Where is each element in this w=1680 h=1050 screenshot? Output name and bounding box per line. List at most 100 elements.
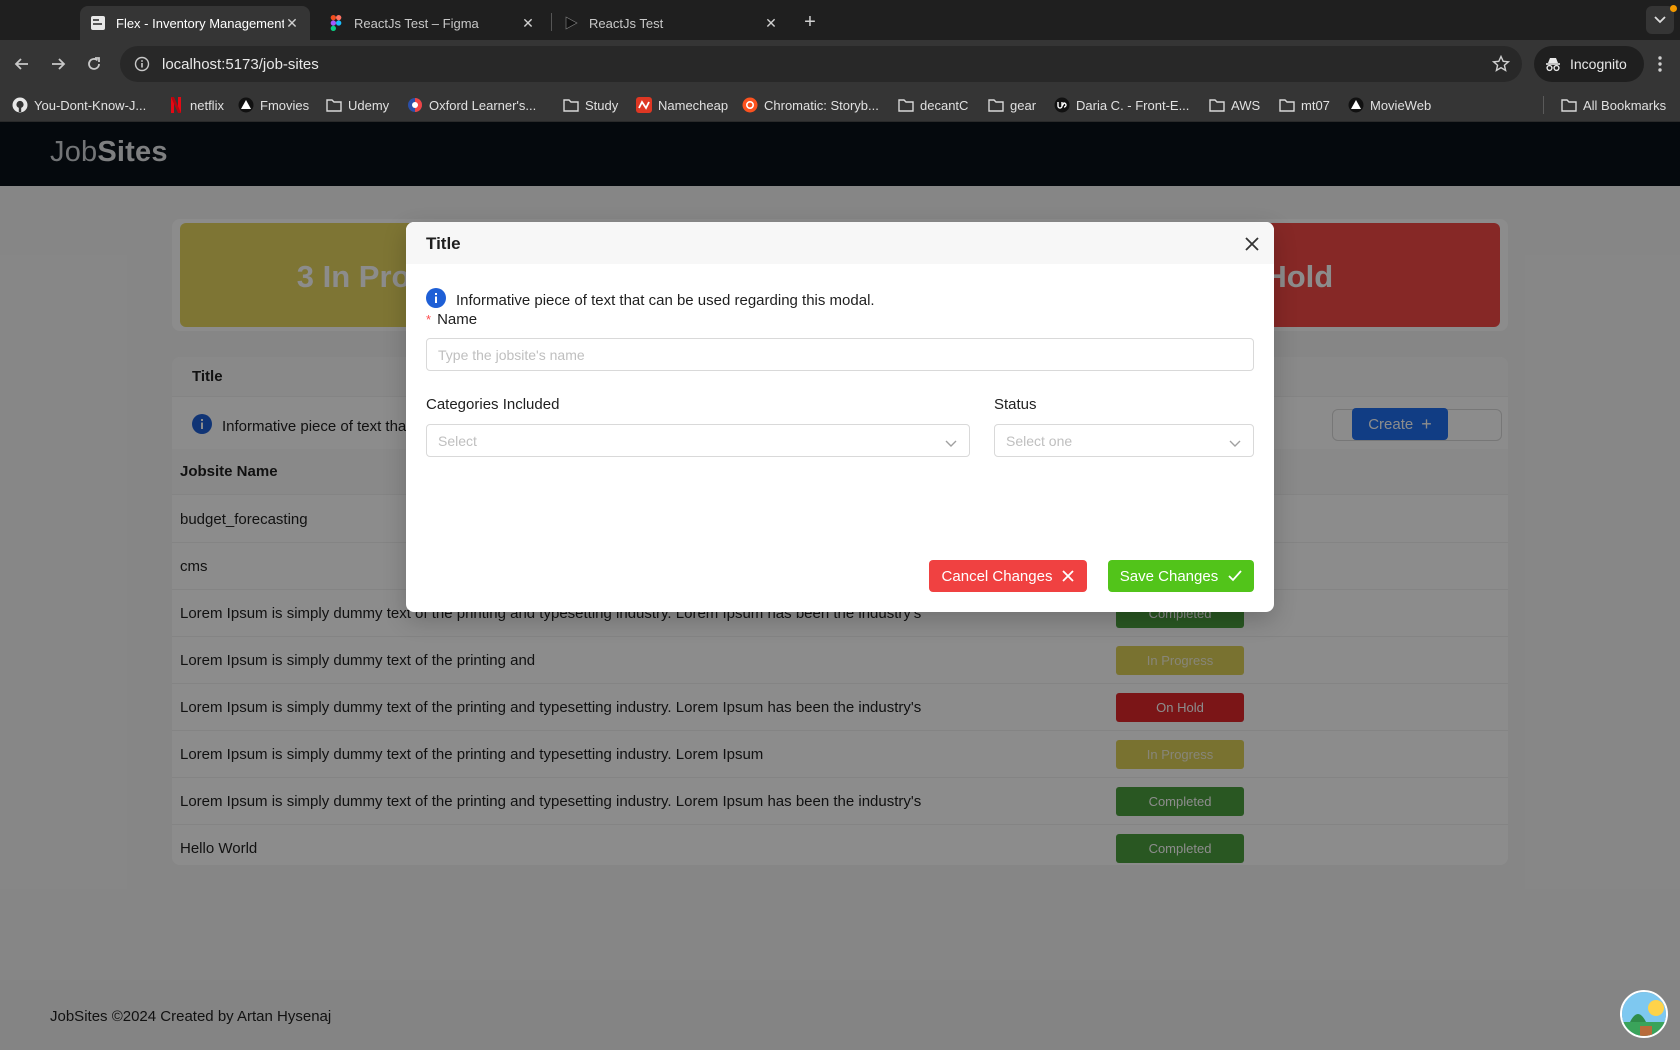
github-icon (12, 97, 28, 113)
bookmark-you-dont-know-js[interactable]: You-Dont-Know-J... (12, 95, 146, 115)
folder-icon (1561, 97, 1577, 113)
bookmark-movieweb[interactable]: MovieWeb (1348, 95, 1431, 115)
folder-icon (326, 97, 342, 113)
bookmark-label: gear (1010, 97, 1037, 113)
browser-menu-icon[interactable] (1648, 52, 1672, 76)
profile-avatar[interactable] (1620, 990, 1668, 1038)
bookmark-label: mt07 (1301, 97, 1330, 113)
tab-label: ReactJs Test – Figma (354, 15, 479, 31)
site-info-icon[interactable] (124, 46, 160, 82)
close-icon (1062, 570, 1075, 582)
tab-figma[interactable]: ReactJs Test – Figma ✕ (318, 6, 546, 40)
name-input[interactable]: Type the jobsite's name (426, 338, 1254, 371)
figma-icon (328, 15, 344, 31)
categories-select[interactable]: Select (426, 424, 970, 457)
bookmarks-bar: You-Dont-Know-J... netflix Fmovies Udemy… (0, 88, 1680, 122)
folder-icon (988, 97, 1004, 113)
folder-icon (1279, 97, 1295, 113)
bookmark-label: Study (585, 97, 619, 113)
browser-tab-strip: Flex - Inventory Management ✕ ReactJs Te… (0, 0, 1680, 40)
modal-info: Informative piece of text that can be us… (426, 288, 875, 312)
bookmark-label: Fmovies (260, 97, 310, 113)
all-bookmarks-label: All Bookmarks (1583, 97, 1667, 113)
upwork-icon (1054, 97, 1070, 113)
chevron-down-icon (945, 436, 957, 448)
info-icon (426, 288, 446, 312)
play-icon (563, 15, 579, 31)
flex-favicon-icon (90, 15, 106, 31)
tab-label: Flex - Inventory Management (116, 15, 284, 31)
bookmark-label: MovieWeb (1370, 97, 1432, 113)
oxford-icon (407, 97, 423, 113)
modal-title: Title (426, 234, 461, 253)
close-icon[interactable] (1244, 236, 1260, 252)
name-label: * Name (426, 311, 477, 328)
tab-close-icon[interactable]: ✕ (520, 15, 536, 31)
bookmark-namecheap[interactable]: Namecheap (636, 95, 728, 115)
bookmark-label: Daria C. - Front-E... (1076, 97, 1190, 113)
tab-label: ReactJs Test (589, 15, 664, 31)
save-changes-button[interactable]: Save Changes (1108, 560, 1254, 592)
bookmarks-separator (1543, 96, 1544, 114)
reload-icon[interactable] (80, 50, 108, 78)
check-icon (1228, 570, 1242, 582)
categories-placeholder: Select (438, 432, 477, 449)
bookmark-oxford[interactable]: Oxford Learner's... (407, 95, 536, 115)
tab-close-icon[interactable]: ✕ (763, 15, 779, 31)
save-button-label: Save Changes (1119, 567, 1219, 585)
movieweb-icon (1348, 97, 1364, 113)
bookmark-mt07[interactable]: mt07 (1279, 95, 1330, 115)
notification-dot (1670, 5, 1677, 12)
chromatic-icon (742, 97, 758, 113)
status-select[interactable]: Select one (994, 424, 1254, 457)
edit-jobsite-modal: Title Informative piece of text that can… (406, 222, 1274, 612)
address-bar[interactable]: localhost:5173/job-sites (120, 46, 1522, 82)
forward-arrow-icon[interactable] (44, 50, 72, 78)
bookmark-label: AWS (1231, 97, 1261, 113)
netflix-icon (168, 97, 184, 113)
categories-label: Categories Included (426, 396, 560, 413)
bookmark-label: netflix (190, 97, 224, 113)
name-placeholder: Type the jobsite's name (438, 346, 585, 363)
all-bookmarks[interactable]: All Bookmarks (1561, 95, 1666, 115)
status-placeholder: Select one (1006, 432, 1073, 449)
bookmark-udemy[interactable]: Udemy (326, 95, 389, 115)
bookmark-chromatic[interactable]: Chromatic: Storyb... (742, 95, 879, 115)
tab-flex-inventory[interactable]: Flex - Inventory Management ✕ (80, 6, 310, 40)
tab-separator (551, 13, 552, 31)
bookmark-label: Udemy (348, 97, 390, 113)
bookmark-star-icon[interactable] (1491, 54, 1511, 73)
new-tab-icon[interactable]: + (796, 8, 824, 36)
fmovies-icon (238, 97, 254, 113)
url-text[interactable]: localhost:5173/job-sites (162, 56, 319, 73)
tab-reactjs-test[interactable]: ReactJs Test ✕ (553, 6, 789, 40)
tab-close-icon[interactable]: ✕ (284, 15, 300, 31)
namecheap-icon (636, 97, 652, 113)
bookmark-label: Namecheap (658, 97, 729, 113)
cancel-button-label: Cancel Changes (941, 567, 1053, 585)
browser-toolbar: localhost:5173/job-sites Incognito (0, 40, 1680, 88)
bookmark-label: decantC (920, 97, 969, 113)
bookmark-fmovies[interactable]: Fmovies (238, 95, 309, 115)
cancel-changes-button[interactable]: Cancel Changes (929, 560, 1087, 592)
folder-icon (563, 97, 579, 113)
required-asterisk: * (426, 312, 432, 327)
chevron-down-icon (1229, 436, 1241, 448)
bookmark-netflix[interactable]: netflix (168, 95, 224, 115)
incognito-label: Incognito (1570, 56, 1627, 72)
folder-icon (898, 97, 914, 113)
modal-header: Title (406, 222, 1274, 264)
incognito-icon (1546, 58, 1560, 72)
bookmark-label: You-Dont-Know-J... (34, 97, 147, 113)
bookmark-aws[interactable]: AWS (1209, 95, 1260, 115)
status-label: Status (994, 396, 1037, 413)
bookmark-gear[interactable]: gear (988, 95, 1036, 115)
back-arrow-icon[interactable] (8, 50, 36, 78)
bookmark-label: Chromatic: Storyb... (764, 97, 879, 113)
folder-icon (1209, 97, 1225, 113)
bookmark-study[interactable]: Study (563, 95, 618, 115)
bookmark-label: Oxford Learner's... (429, 97, 537, 113)
incognito-indicator[interactable]: Incognito (1534, 46, 1644, 82)
bookmark-decantc[interactable]: decantC (898, 95, 968, 115)
bookmark-daria[interactable]: Daria C. - Front-E... (1054, 95, 1189, 115)
